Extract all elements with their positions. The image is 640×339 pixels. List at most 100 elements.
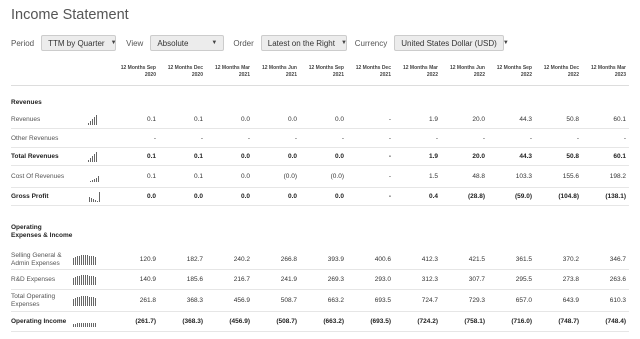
column-header: 12 Months Sep 2022 [486, 65, 532, 79]
sparkline-chart-icon[interactable] [73, 275, 96, 285]
row-label: Total Revenues [11, 153, 59, 160]
table-cell: (456.9) [229, 318, 250, 325]
row-label: Revenues [11, 99, 42, 106]
table-cell: 20.0 [472, 116, 485, 123]
sparkline-chart-icon[interactable] [90, 172, 99, 182]
chevron-down-icon: ▼ [211, 40, 218, 46]
table-cell: 0.0 [287, 153, 297, 160]
table-header: 12 Months Sep 2020 12 Months Dec 2020 12 Mon… [11, 64, 629, 86]
view-label: View [126, 38, 144, 48]
sparkline-chart-icon[interactable] [73, 317, 96, 327]
table-cell: 293.0 [374, 276, 391, 283]
column-header-line: 12 Months Sep [496, 65, 532, 71]
sparkline-chart-icon[interactable] [89, 192, 100, 202]
page-title: Income Statement [11, 7, 129, 23]
table-cell: 610.3 [609, 297, 626, 304]
table-cell: - [341, 135, 344, 142]
column-header: 12 Months Dec 2021 [345, 65, 391, 79]
table-cell: 663.2 [327, 297, 344, 304]
column-header-line: 2022 [473, 72, 485, 78]
table-cell: (104.8) [558, 193, 579, 200]
column-header-line: 2021 [285, 72, 297, 78]
table-cell: 0.1 [193, 153, 203, 160]
table-cell: 393.9 [327, 256, 344, 263]
column-header-line: 12 Months Dec [355, 65, 391, 71]
table-cell: 421.5 [468, 256, 485, 263]
table-cell: 44.3 [519, 116, 532, 123]
table-cell: (693.5) [370, 318, 391, 325]
chevron-down-icon: ▼ [502, 40, 509, 46]
sparkline-chart-icon[interactable] [73, 255, 96, 265]
column-header: 12 Months Dec 2020 [157, 65, 203, 79]
table-cell: 412.3 [421, 256, 438, 263]
table-cell: 729.3 [468, 297, 485, 304]
table-row: Total Revenues 0.1 0.1 0.0 0.0 0.0 - 1.9 20.0 44.… [11, 148, 629, 166]
table-cell: 140.9 [139, 276, 156, 283]
currency-select[interactable]: United States Dollar (USD) ▼ [394, 35, 509, 51]
table-cell: 50.8 [566, 116, 579, 123]
table-cell: (138.1) [605, 193, 626, 200]
table-cell: 0.0 [287, 193, 297, 200]
table-row: Operating Income (261.7) (368.3) (456.9) (50… [11, 312, 629, 332]
table-cell: 0.0 [240, 193, 250, 200]
table-cell: 120.9 [139, 256, 156, 263]
row-label: R&D Expenses [11, 276, 56, 283]
order-label: Order [233, 38, 254, 48]
table-cell: 1.9 [428, 153, 438, 160]
sparkline-chart-icon[interactable] [88, 152, 97, 162]
table-cell: - [576, 135, 579, 142]
table-cell: - [200, 135, 203, 142]
table-row: R&D Expenses 140.9 185.6 216.7 241.9 269.3 293… [11, 270, 629, 290]
table-cell: - [388, 135, 391, 142]
table-cell: 0.1 [146, 116, 156, 123]
column-header: 12 Months Mar 2022 [392, 65, 438, 79]
row-label: Revenues [11, 116, 41, 123]
table-cell: 400.6 [374, 256, 391, 263]
table-cell: - [529, 135, 532, 142]
column-header-line: 2020 [144, 72, 156, 78]
table-row: Other Revenues - - - - - - - - - - - [11, 130, 629, 148]
column-header-line: 2022 [567, 72, 579, 78]
chevron-down-icon: ▼ [110, 40, 117, 46]
table-cell: 0.0 [193, 193, 203, 200]
column-header-line: 12 Months Dec [167, 65, 203, 71]
view-select[interactable]: Absolute ▼ [150, 35, 225, 51]
table-cell: (748.7) [558, 318, 579, 325]
table-cell: (28.8) [468, 193, 485, 200]
table-cell: 182.7 [186, 256, 203, 263]
sparkline-chart-icon[interactable] [73, 296, 96, 306]
table-cell: - [388, 153, 391, 160]
table-cell: 60.1 [613, 116, 626, 123]
order-select[interactable]: Latest on the Right ▼ [260, 35, 347, 51]
table-cell: (0.0) [283, 173, 297, 180]
table-cell: - [482, 135, 485, 142]
table-cell: 269.3 [327, 276, 344, 283]
table-cell: 0.0 [240, 173, 250, 180]
table-cell: 370.2 [562, 256, 579, 263]
period-select[interactable]: TTM by Quarter ▼ [41, 35, 117, 51]
table-cell: (508.7) [276, 318, 297, 325]
table-cell: 724.7 [421, 297, 438, 304]
column-header: 12 Months Sep 2020 [110, 65, 156, 79]
table-cell: - [153, 135, 156, 142]
table-cell: 50.8 [566, 153, 579, 160]
column-header-line: 12 Months Mar [214, 65, 250, 71]
table-cell: 508.7 [280, 297, 297, 304]
table-cell: 273.8 [562, 276, 579, 283]
column-header: 12 Months Sep 2021 [298, 65, 344, 79]
table-cell: 0.0 [287, 116, 297, 123]
row-label: Other Revenues [11, 135, 59, 142]
sparkline-chart-icon[interactable] [88, 115, 97, 125]
table-cell: 266.8 [280, 256, 297, 263]
table-cell: (716.0) [511, 318, 532, 325]
table-cell: (261.7) [135, 318, 156, 325]
table-cell: 456.9 [233, 297, 250, 304]
table-cell: 368.3 [186, 297, 203, 304]
table-cell: (0.0) [330, 173, 344, 180]
table-cell: 643.9 [562, 297, 579, 304]
column-header-line: 12 Months Dec [543, 65, 579, 71]
row-label: Cost Of Revenues [11, 173, 65, 180]
column-header-line: 12 Months Jun [261, 65, 297, 71]
table-cell: - [388, 116, 391, 123]
table-cell: 312.3 [421, 276, 438, 283]
